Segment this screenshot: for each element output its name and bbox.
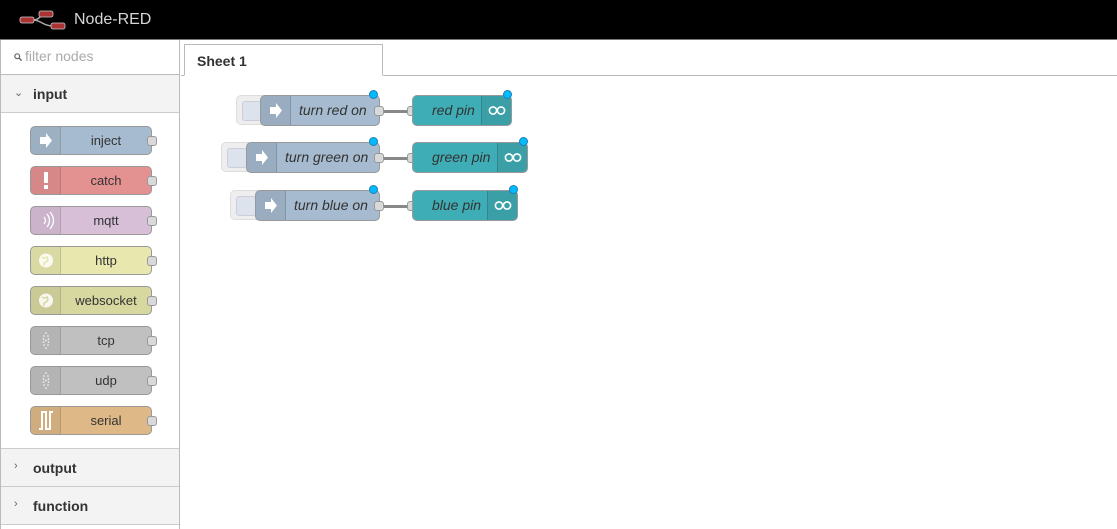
changed-badge: [503, 90, 512, 99]
output-port: [147, 296, 157, 306]
inject-arrow-icon: [261, 96, 291, 125]
changed-badge: [369, 137, 378, 146]
search-icon: [14, 53, 22, 61]
output-port: [147, 376, 157, 386]
node-label: http: [95, 253, 117, 268]
palette-node-catch[interactable]: catch: [30, 166, 157, 195]
node-label: catch: [90, 173, 122, 188]
app-title: Node-RED: [74, 11, 152, 28]
palette-node-http[interactable]: http: [30, 246, 157, 275]
output-port: [147, 176, 157, 186]
changed-badge: [509, 185, 518, 194]
arduino-icon: [497, 143, 527, 172]
node-label: udp: [95, 373, 117, 388]
palette-node-udp[interactable]: udp: [30, 366, 157, 395]
arduino-icon: [481, 96, 511, 125]
inject-arrow-icon: [256, 191, 286, 220]
palette-sidebar: ⌄ input inject catch mqtt: [0, 40, 180, 529]
node-label: tcp: [97, 333, 115, 348]
output-port: [147, 336, 157, 346]
bridge-dots-icon: [31, 327, 61, 354]
node-label: turn blue on: [294, 197, 368, 213]
tab-label: Sheet 1: [197, 53, 247, 69]
globe-icon: [31, 247, 61, 274]
node-label: blue pin: [432, 197, 482, 213]
globe-icon: [31, 287, 61, 314]
node-label: green pin: [432, 149, 491, 165]
header-bar: Node-RED: [0, 0, 1117, 40]
changed-badge: [369, 185, 378, 194]
inject-arrow-icon: [31, 127, 61, 154]
bridge-signal-icon: [31, 207, 61, 234]
workspace-tab-bar: Sheet 1: [181, 40, 1117, 76]
output-port: [147, 136, 157, 146]
category-function-header[interactable]: › function: [1, 487, 179, 525]
changed-badge: [369, 90, 378, 99]
output-port[interactable]: [374, 106, 384, 116]
flow-canvas[interactable]: turn red on red pin turn green on green …: [181, 76, 1117, 529]
flow-node-inject[interactable]: turn blue on: [255, 190, 380, 221]
flow-node-arduino-out[interactable]: green pin: [412, 142, 528, 173]
node-label: inject: [90, 133, 122, 148]
category-input-nodes: inject catch mqtt http websocket tcp udp…: [1, 113, 179, 449]
palette-node-websocket[interactable]: websocket: [30, 286, 157, 315]
palette-node-tcp[interactable]: tcp: [30, 326, 157, 355]
node-label: serial: [90, 413, 122, 428]
serial-wave-icon: [31, 407, 61, 434]
chevron-right-icon: ›: [14, 460, 18, 472]
chevron-right-icon: ›: [14, 498, 18, 510]
flow-node-inject[interactable]: turn green on: [246, 142, 380, 173]
category-label: output: [33, 460, 77, 476]
node-label: turn red on: [299, 102, 367, 118]
palette-node-inject[interactable]: inject: [30, 126, 157, 155]
category-output-header[interactable]: › output: [1, 449, 179, 487]
node-label: websocket: [75, 293, 137, 308]
flow-node-inject[interactable]: turn red on: [260, 95, 380, 126]
flow-node-arduino-out[interactable]: blue pin: [412, 190, 518, 221]
category-input-header[interactable]: ⌄ input: [1, 75, 179, 113]
changed-badge: [519, 137, 528, 146]
category-label: input: [33, 86, 68, 102]
arduino-icon: [487, 191, 517, 220]
palette-node-serial[interactable]: serial: [30, 406, 157, 435]
node-label: red pin: [432, 102, 475, 118]
chevron-down-icon: ⌄: [14, 87, 24, 99]
bridge-dots-icon: [31, 367, 61, 394]
category-label: function: [33, 498, 89, 514]
output-port: [147, 416, 157, 426]
inject-arrow-icon: [247, 143, 277, 172]
node-label: turn green on: [285, 149, 369, 165]
node-label: mqtt: [93, 213, 119, 228]
output-port: [147, 256, 157, 266]
output-port: [147, 216, 157, 226]
output-port[interactable]: [374, 153, 384, 163]
node-red-logo-icon: [19, 10, 66, 30]
tab-sheet-1[interactable]: Sheet 1: [184, 44, 383, 76]
filter-nodes-input[interactable]: [25, 48, 175, 64]
filter-nodes-box: [1, 40, 179, 75]
alert-icon: [31, 167, 61, 194]
flow-node-arduino-out[interactable]: red pin: [412, 95, 512, 126]
output-port[interactable]: [374, 201, 384, 211]
palette-node-mqtt[interactable]: mqtt: [30, 206, 157, 235]
